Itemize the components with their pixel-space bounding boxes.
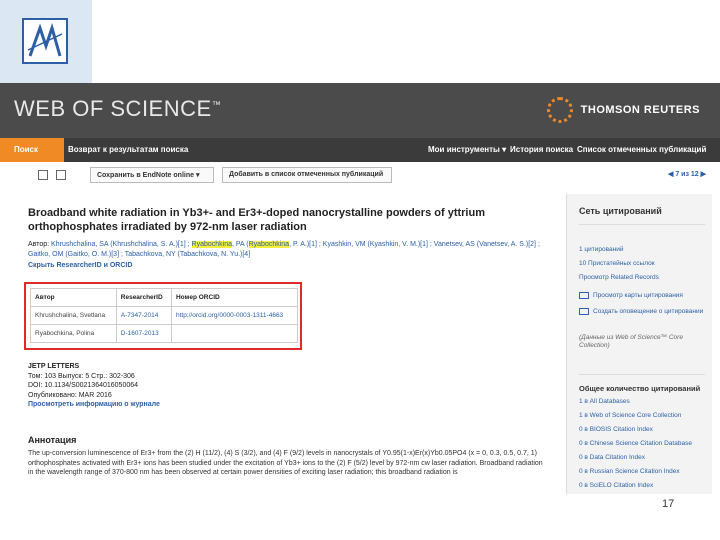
nav-bar: Поиск Возврат к результатам поиска Мои и… — [0, 138, 720, 162]
table-row: Khrushchalina, Svetlana A-7347-2014 http… — [30, 306, 299, 325]
map-icon — [579, 292, 589, 299]
save-endnote-button[interactable]: Сохранить в EndNote online ▾ — [90, 167, 214, 183]
print-icon[interactable] — [38, 170, 48, 180]
wos-logo[interactable]: WEB OF SCIENCE™ — [14, 96, 221, 122]
logo-mark-icon — [22, 18, 68, 64]
journal-info-link[interactable]: Просмотреть информацию о журнале — [28, 400, 548, 410]
email-icon[interactable] — [56, 170, 66, 180]
related-records-link[interactable]: Просмотр Related Records — [579, 274, 707, 281]
author-list: Автор: Khrushchalina, SA (Khrushchalina,… — [28, 241, 540, 258]
collapse-rid-link[interactable]: Скрыть ResearcherID и ORCID — [28, 262, 548, 269]
header-banner: WEB OF SCIENCE™ THOMSON REUTERS — [0, 83, 720, 138]
bell-icon — [579, 308, 589, 315]
pager[interactable]: ◀ 7 из 12 ▶ — [668, 170, 706, 178]
table-row: Ryabochkina, Polina D-1607-2013 — [30, 324, 299, 343]
abstract: Аннотация The up-conversion luminescence… — [28, 435, 543, 477]
institution-logo — [0, 0, 92, 83]
cited-references-link[interactable]: 10 Пристатейных ссылок — [579, 260, 707, 267]
article-main: Broadband white radiation in Yb3+- and E… — [28, 206, 548, 269]
citation-map-link[interactable]: Просмотр карты цитирования — [579, 292, 707, 299]
my-tools-menu[interactable]: Мои инструменты ▾ — [428, 145, 506, 154]
citation-sidebar: Сеть цитирований 1 цитирований 10 Приста… — [566, 194, 712, 494]
thomson-reuters-logo: THOMSON REUTERS — [546, 97, 700, 123]
slide-page-number: 17 — [662, 498, 675, 510]
researcher-id-table: Автор ResearcherID Номер ORCID Khrushcha… — [30, 288, 299, 343]
times-cited-link[interactable]: 1 цитирований — [579, 246, 707, 253]
create-alert-link[interactable]: Создать оповещение о цитировании — [579, 308, 707, 315]
journal-info: JETP LETTERS Том: 103 Выпуск: 5 Стр.: 30… — [28, 362, 548, 410]
back-to-results-link[interactable]: Возврат к результатам поиска — [68, 145, 188, 154]
marked-list-link[interactable]: Список отмеченных публикаций — [577, 145, 706, 154]
toolbar: Сохранить в EndNote online ▾ Добавить в … — [0, 162, 720, 188]
tr-dots-icon — [546, 97, 573, 123]
search-history-link[interactable]: История поиска — [510, 145, 573, 154]
tab-search[interactable]: Поиск — [0, 138, 64, 162]
article-title: Broadband white radiation in Yb3+- and E… — [28, 207, 485, 233]
add-marked-button[interactable]: Добавить в список отмеченных публикаций — [222, 167, 392, 183]
